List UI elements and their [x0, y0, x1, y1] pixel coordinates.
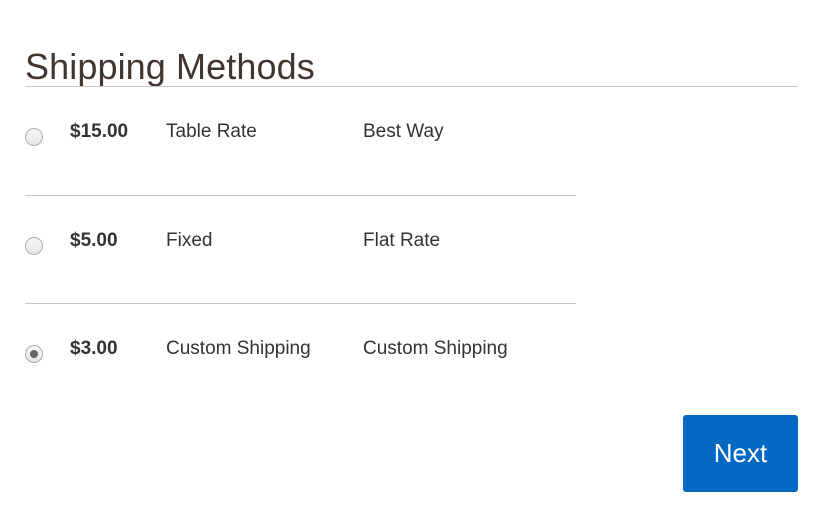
shipping-price: $15.00 [70, 121, 129, 142]
shipping-method-radio-cell[interactable] [25, 237, 43, 255]
table-row[interactable]: $15.00 Table Rate Best Way [0, 87, 824, 195]
radio-button-table-rate[interactable] [25, 128, 43, 146]
radio-button-fixed[interactable] [25, 237, 43, 255]
shipping-method-name: Custom Shipping [166, 338, 311, 359]
shipping-method-name: Table Rate [166, 121, 257, 142]
shipping-method-radio-cell[interactable] [25, 128, 43, 146]
shipping-carrier-name: Best Way [363, 121, 444, 142]
table-row[interactable]: $3.00 Custom Shipping Custom Shipping [25, 303, 576, 411]
shipping-method-radio-cell[interactable] [25, 345, 43, 363]
form-actions: Next [0, 415, 824, 517]
page-title: Shipping Methods [25, 46, 315, 88]
shipping-carrier-name: Flat Rate [363, 230, 441, 251]
shipping-method-name: Fixed [166, 230, 213, 251]
table-row[interactable]: $5.00 Fixed Flat Rate [25, 195, 576, 303]
radio-button-custom-shipping[interactable] [25, 345, 43, 363]
shipping-methods-table: $15.00 Table Rate Best Way $5.00 Fixed F… [0, 87, 824, 411]
shipping-carrier-name: Custom Shipping [363, 338, 508, 359]
shipping-price: $5.00 [70, 230, 118, 251]
next-button[interactable]: Next [683, 415, 798, 492]
shipping-price: $3.00 [70, 338, 118, 359]
shipping-methods-page: Shipping Methods $15.00 Table Rate Best … [0, 0, 824, 517]
